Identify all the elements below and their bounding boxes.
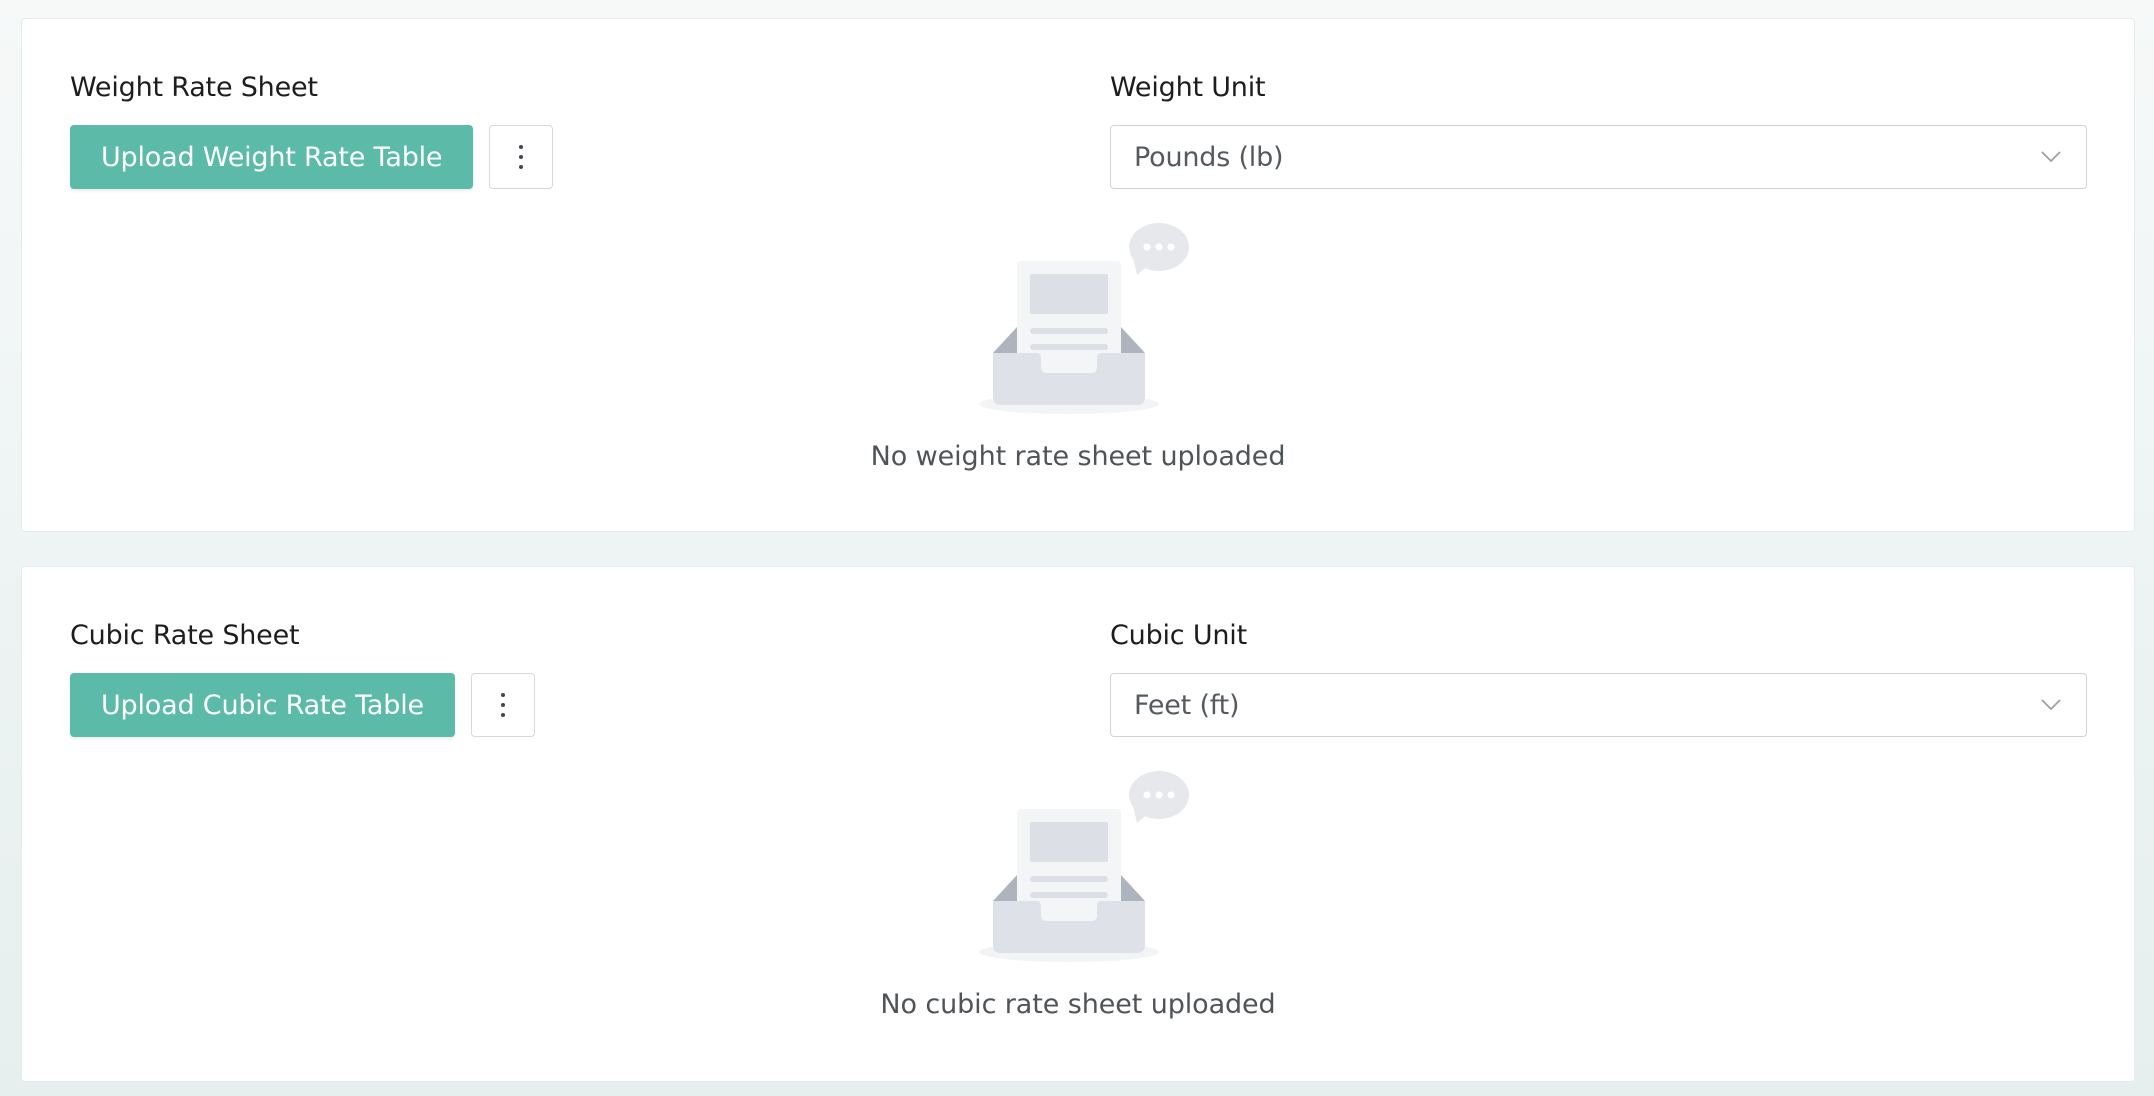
empty-inbox-icon (979, 771, 1189, 962)
cubic-rate-card: Cubic Rate Sheet Upload Cubic Rate Table… (21, 566, 2135, 1082)
weight-empty-message: No weight rate sheet uploaded (870, 441, 1286, 472)
cubic-empty-message: No cubic rate sheet uploaded (880, 989, 1276, 1020)
more-vertical-icon (519, 145, 524, 169)
upload-weight-rate-button[interactable]: Upload Weight Rate Table (70, 125, 474, 189)
cubic-unit-label: Cubic Unit (1110, 620, 1247, 651)
cubic-empty-state: No cubic rate sheet uploaded (22, 769, 2134, 1020)
cubic-unit-select[interactable]: Feet (ft) (1110, 673, 2087, 737)
weight-unit-label: Weight Unit (1110, 72, 1266, 103)
cubic-rate-sheet-group: Cubic Rate Sheet Upload Cubic Rate Table (70, 619, 535, 737)
upload-cubic-rate-button[interactable]: Upload Cubic Rate Table (70, 673, 455, 737)
cubic-unit-group: Cubic Unit Feet (ft) (1110, 619, 2087, 737)
cubic-more-options-button[interactable] (470, 673, 535, 737)
weight-actions: Upload Weight Rate Table (70, 125, 554, 189)
cubic-unit-value: Feet (ft) (1134, 689, 1240, 721)
chevron-down-icon (2041, 699, 2061, 711)
more-vertical-icon (500, 693, 505, 717)
weight-rate-card: Weight Rate Sheet Upload Weight Rate Tab… (21, 18, 2135, 532)
empty-inbox-icon (979, 223, 1189, 414)
weight-more-options-button[interactable] (489, 125, 554, 189)
weight-unit-value: Pounds (lb) (1134, 141, 1284, 173)
weight-unit-group: Weight Unit Pounds (lb) (1110, 71, 2087, 189)
cubic-rate-sheet-label: Cubic Rate Sheet (70, 620, 300, 651)
cubic-actions: Upload Cubic Rate Table (70, 673, 535, 737)
weight-unit-select[interactable]: Pounds (lb) (1110, 125, 2087, 189)
weight-rate-sheet-label: Weight Rate Sheet (70, 72, 318, 103)
chevron-down-icon (2041, 151, 2061, 163)
weight-empty-state: No weight rate sheet uploaded (22, 221, 2134, 472)
weight-rate-sheet-group: Weight Rate Sheet Upload Weight Rate Tab… (70, 71, 554, 189)
